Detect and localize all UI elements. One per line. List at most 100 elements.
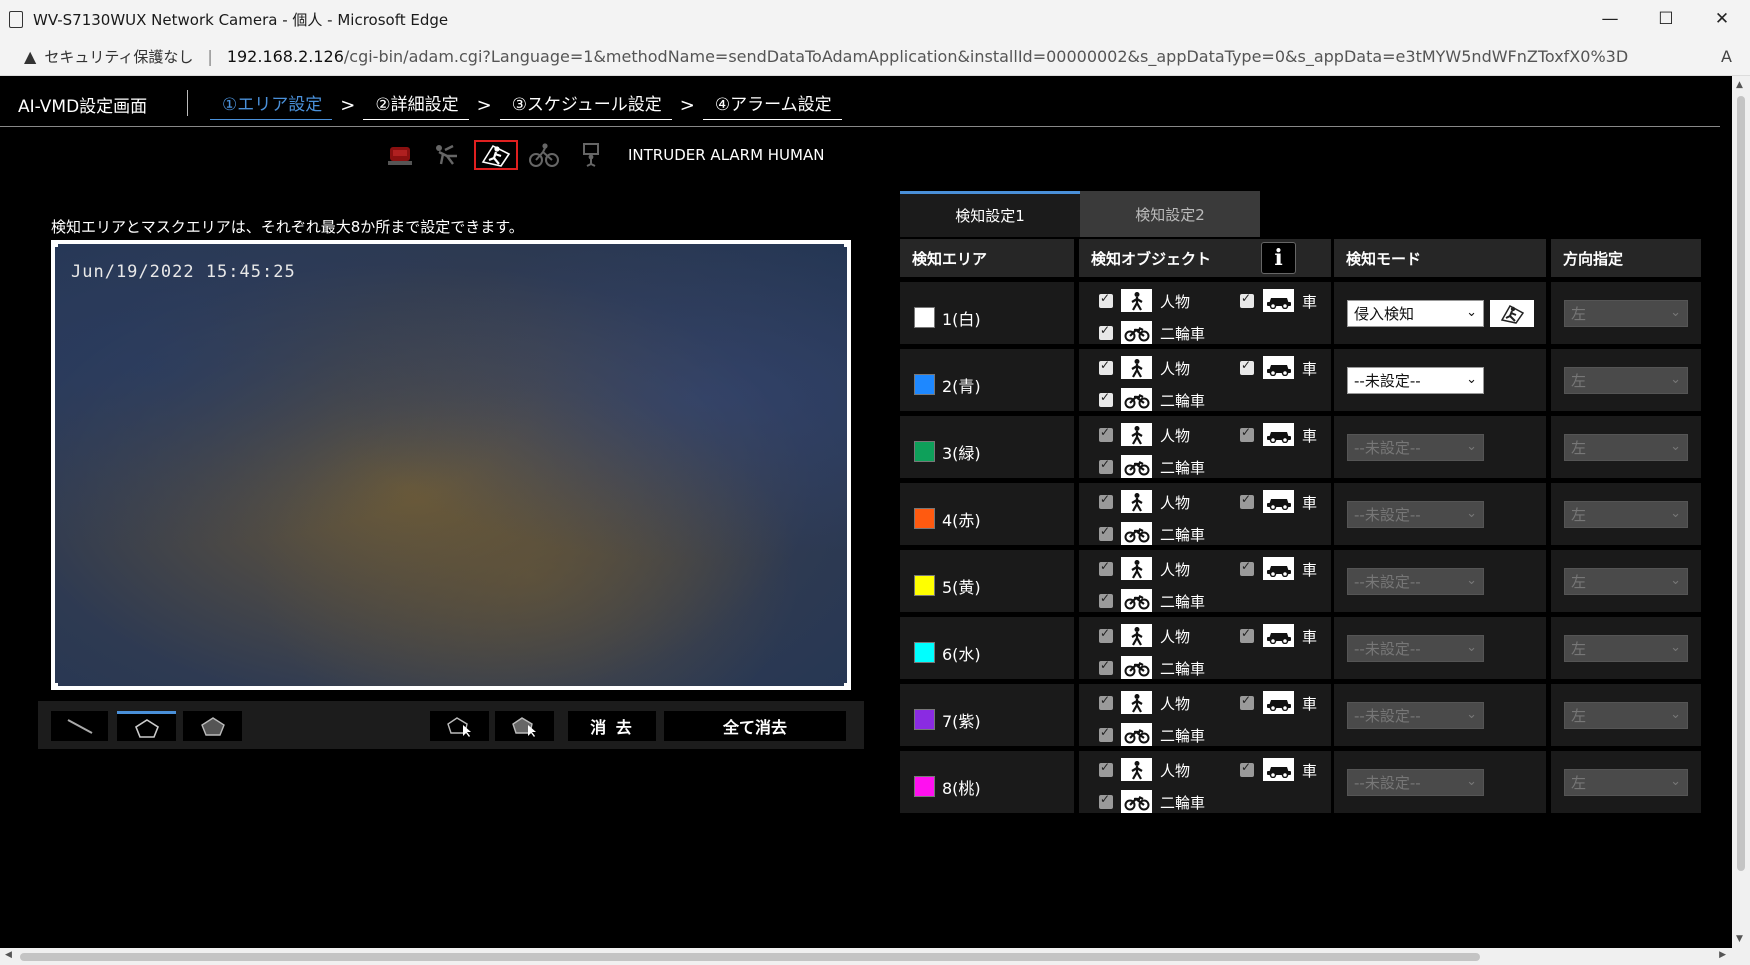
address-separator: | (207, 47, 213, 66)
detection-mode-select[interactable]: --未設定-- ⌄ (1347, 367, 1484, 394)
bike-checkbox[interactable] (1099, 524, 1113, 541)
chevron-down-icon: ⌄ (1466, 506, 1477, 521)
scroll-right-arrow[interactable]: ▶ (1719, 950, 1726, 960)
car-checkbox[interactable] (1240, 693, 1254, 710)
warning-icon[interactable]: ▲ (24, 47, 36, 66)
bike-checkbox[interactable] (1099, 323, 1113, 340)
bike-checkbox[interactable] (1099, 658, 1113, 675)
scroll-up-arrow[interactable]: ▲ (1736, 80, 1743, 90)
step-tab-3[interactable]: ③スケジュール設定 (499, 90, 672, 120)
detection-mode-select: --未設定-- ⌄ (1347, 769, 1484, 796)
select-area-icon (446, 717, 471, 737)
select-area-tool-button[interactable] (430, 711, 489, 741)
area-color-swatch (914, 508, 935, 529)
chevron-down-icon: ⌄ (1670, 774, 1681, 789)
person-checkbox[interactable] (1099, 693, 1113, 710)
delete-all-button[interactable]: 全て消去 (664, 711, 846, 741)
bike-checkbox[interactable] (1099, 390, 1113, 407)
minimize-button[interactable]: — (1582, 0, 1638, 38)
detection-mode-select[interactable]: 侵入検知 ⌄ (1347, 300, 1484, 327)
step-tab-2[interactable]: ②詳細設定 (363, 90, 469, 120)
icon-glyph (1266, 297, 1291, 309)
car-label: 車 (1302, 494, 1318, 512)
fallen-person-icon[interactable] (426, 140, 470, 170)
person-checkbox[interactable] (1099, 626, 1113, 643)
cyclist-icon[interactable] (522, 140, 566, 170)
security-status[interactable]: セキュリティ保護なし (44, 46, 193, 67)
delete-button[interactable]: 消 去 (568, 711, 656, 741)
car-checkbox[interactable] (1240, 492, 1254, 509)
vertical-scrollbar[interactable]: ▲ ▼ (1732, 76, 1750, 948)
area-cell: 1(白) (900, 282, 1074, 344)
object-cell: 人物 車二輪車 (1079, 684, 1331, 746)
window-title: WV-S7130WUX Network Camera - 個人 - Micros… (33, 10, 449, 29)
polygon-filled-tool-button[interactable] (183, 711, 242, 741)
url-field[interactable]: 192.168.2.126/cgi-bin/adam.cgi?Language=… (227, 47, 1628, 66)
detection-mode-value: --未設定-- (1354, 439, 1421, 457)
car-icon (1263, 423, 1294, 446)
intruder-human-icon[interactable] (474, 140, 518, 170)
mode-cell: --未設定-- ⌄ (1334, 751, 1546, 813)
person-checkbox[interactable] (1099, 358, 1113, 375)
scroll-down-arrow[interactable]: ▼ (1736, 934, 1743, 944)
person-checkbox[interactable] (1099, 492, 1113, 509)
camera-timestamp: Jun/19/2022 15:45:25 (71, 262, 296, 282)
area-label: 7(紫) (942, 712, 981, 731)
tab-detection-1[interactable]: 検知設定1 (900, 191, 1080, 237)
polygon-outline-tool-button[interactable] (117, 711, 176, 741)
address-bar[interactable]: ▲ セキュリティ保護なし | 192.168.2.126/cgi-bin/ada… (0, 38, 1750, 76)
chevron-down-icon: ⌄ (1466, 573, 1477, 588)
loitering-icon[interactable] (570, 140, 614, 170)
area-handle[interactable] (844, 240, 851, 247)
bike-checkbox[interactable] (1099, 591, 1113, 608)
info-icon[interactable]: i (1261, 242, 1296, 274)
select-mask-tool-button[interactable] (495, 711, 554, 741)
bike-checkbox[interactable] (1099, 457, 1113, 474)
car-checkbox[interactable] (1240, 358, 1254, 375)
scroll-left-arrow[interactable]: ◀ (5, 950, 12, 960)
bike-checkbox[interactable] (1099, 792, 1113, 809)
horizontal-scrollbar[interactable]: ◀ ▶ (0, 948, 1750, 965)
chevron-down-icon: ⌄ (1466, 372, 1477, 387)
icon-glyph (1124, 527, 1149, 542)
object-cell: 人物 車二輪車 (1079, 550, 1331, 612)
detection-mode-value: --未設定-- (1354, 372, 1421, 390)
car-checkbox[interactable] (1240, 425, 1254, 442)
car-checkbox[interactable] (1240, 559, 1254, 576)
vertical-scroll-thumb[interactable] (1737, 96, 1745, 871)
object-cell: 人物 車二輪車 (1079, 349, 1331, 411)
alarm-light-icon[interactable] (378, 140, 422, 170)
chevron-down-icon: ⌄ (1466, 439, 1477, 454)
horizontal-scroll-thumb[interactable] (20, 953, 1480, 961)
person-checkbox[interactable] (1099, 291, 1113, 308)
motorcycle-icon (1121, 656, 1152, 679)
detection-tabs: 検知設定1 検知設定2 (900, 191, 1260, 237)
car-checkbox[interactable] (1240, 760, 1254, 777)
tab-detection-2[interactable]: 検知設定2 (1080, 191, 1260, 237)
area-cell: 6(水) (900, 617, 1074, 679)
direction-value: 左 (1571, 305, 1587, 323)
camera-view[interactable]: Jun/19/2022 15:45:25 (51, 240, 851, 690)
area-handle[interactable] (844, 683, 851, 690)
bike-checkbox[interactable] (1099, 725, 1113, 742)
area-handle[interactable] (51, 240, 58, 247)
step-tab-4[interactable]: ④アラーム設定 (702, 90, 842, 120)
maximize-button[interactable]: ☐ (1638, 0, 1694, 38)
icon-glyph (1124, 795, 1149, 810)
step-tab-1[interactable]: ①エリア設定 (210, 90, 333, 120)
person-checkbox[interactable] (1099, 425, 1113, 442)
close-button[interactable]: ✕ (1694, 0, 1750, 38)
select-mask-icon (511, 717, 536, 737)
icon-glyph (1124, 393, 1149, 408)
car-icon (1263, 289, 1294, 312)
person-checkbox[interactable] (1099, 760, 1113, 777)
person-checkbox[interactable] (1099, 559, 1113, 576)
object-cell: 人物 車二輪車 (1079, 416, 1331, 478)
intruder-mode-icon[interactable] (1490, 300, 1534, 327)
car-checkbox[interactable] (1240, 626, 1254, 643)
object-cell: 人物 車二輪車 (1079, 617, 1331, 679)
car-checkbox[interactable] (1240, 291, 1254, 308)
read-aloud-icon[interactable]: A (1721, 47, 1732, 66)
area-handle[interactable] (51, 683, 58, 690)
line-tool-button[interactable] (51, 711, 108, 741)
